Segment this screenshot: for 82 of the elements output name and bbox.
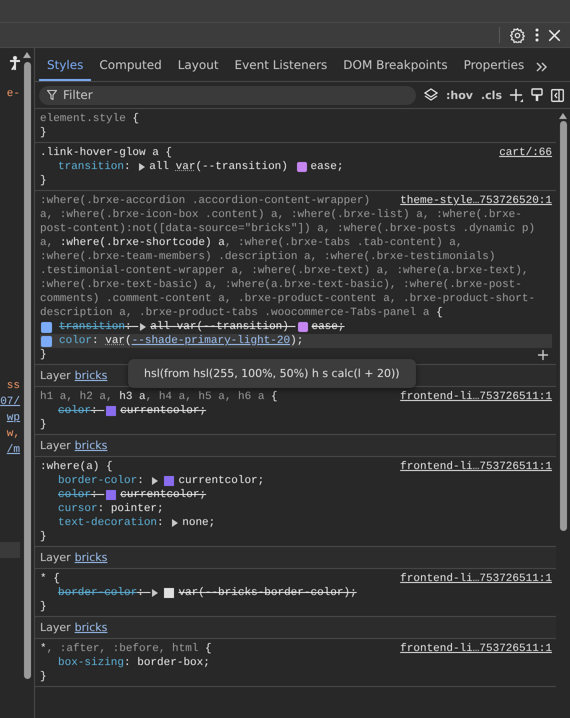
css-declaration: border-color: currentcolor; [57,474,266,488]
css-declaration: box-sizing: border-box; [57,656,211,670]
css-declaration: color: currentcolor; [57,404,208,418]
css-declaration: color: var(--shade-primary-light-20); [40,334,552,348]
expand-triangle-icon[interactable] [139,163,146,171]
panel-tab[interactable]: Styles [39,58,92,81]
double-chevron-icon[interactable] [536,62,548,72]
filter-field[interactable]: Filter [39,86,416,104]
css-selector: :where(a) { [40,460,113,474]
paint-brush-icon[interactable] [531,88,543,102]
easing-curve-icon[interactable] [297,162,308,172]
panel-tab[interactable]: Properties [456,58,532,81]
css-declaration: transition: all var(--transition) ease; [57,160,344,174]
code-link[interactable]: /m [6,442,20,458]
css-selector: element.style { [40,112,140,126]
css-selector: :where(.brxe-accordion .accordion-content-wrapper) [40,194,370,208]
more-options-icon[interactable] [535,28,539,42]
code-fragment: e- [6,87,20,102]
close-icon[interactable] [549,30,560,40]
css-declaration: transition: all var(--transition) ease; [40,320,552,334]
layer-label: Layer [40,369,71,382]
checkbox[interactable] [41,322,52,332]
color-swatch[interactable] [106,406,116,416]
source-link[interactable]: cart/:66 [499,146,552,160]
source-link[interactable]: frontend-li…753726511:1 [400,390,552,404]
closing-brace: } [40,531,47,543]
closing-brace: } [40,349,47,361]
easing-curve-icon[interactable] [298,322,308,332]
code-fragment: ss [6,379,20,394]
scrollbar-thumb[interactable] [560,121,566,531]
layer-label: Layer [40,551,71,564]
toggle-button[interactable]: :hov [446,88,473,102]
code-link[interactable]: wp [6,410,20,426]
layers-icon[interactable] [424,88,438,102]
closing-brace: } [40,601,47,613]
closing-brace: } [40,671,47,683]
css-declaration: color: currentcolor; [57,488,208,502]
css-selector: h1 a, h2 a, h3 a, h4 a, h5 a, h6 a { [40,390,278,404]
closing-brace: } [40,175,47,187]
panel-tab[interactable]: Computed [91,58,170,81]
source-link[interactable]: frontend-li…753726511:1 [400,460,552,474]
source-link[interactable]: theme-style…753726520:1 [400,194,552,208]
filter-icon [47,90,57,100]
closing-brace: } [40,419,47,431]
panel-tab[interactable]: Layout [170,58,227,81]
accessibility-icon[interactable] [10,56,20,70]
layer-link[interactable]: bricks [74,621,108,634]
scroll-up-icon[interactable] [559,113,567,119]
panel-tab[interactable]: DOM Breakpoints [335,58,456,81]
expand-triangle-icon[interactable] [152,589,158,597]
toggle-button[interactable]: .cls [480,88,502,102]
css-selector: *, :after, :before, html { [40,642,212,656]
scrollbar-thumb[interactable] [24,62,30,679]
layer-link[interactable]: bricks [74,369,108,382]
layer-label: Layer [40,439,71,452]
expand-triangle-icon[interactable] [140,323,146,331]
layer-link[interactable]: bricks [74,551,108,564]
expand-triangle-icon[interactable] [152,477,158,485]
code-link[interactable]: 07/ [0,394,20,410]
expand-triangle-icon[interactable] [172,519,178,527]
color-swatch[interactable] [164,476,174,486]
css-declaration: border-color: var(--bricks-border-color); [57,586,358,600]
checkbox[interactable] [41,336,52,346]
css-declaration: text-decoration: none; [57,516,216,530]
layer-label: Layer [40,621,71,634]
layer-link[interactable]: bricks [74,439,108,452]
source-link[interactable]: frontend-li…753726511:1 [400,642,552,656]
css-declaration: cursor: pointer; [57,502,165,516]
code-fragment: w, [6,427,20,442]
source-link[interactable]: frontend-li…753726511:1 [400,572,552,586]
panel-tab[interactable]: Event Listeners [226,58,336,81]
color-swatch[interactable] [106,490,116,500]
color-swatch[interactable] [164,588,174,598]
closing-brace: } [40,127,47,139]
plus-icon[interactable] [510,88,523,102]
sidebar-toggle-icon[interactable] [551,88,564,102]
settings-icon[interactable] [510,28,525,42]
plus-icon[interactable] [538,350,548,360]
css-selector: * { [40,572,60,586]
scroll-up-icon[interactable] [23,52,31,58]
tooltip: hsl(from hsl(255, 100%, 50%) h s calc(l + 20)) [128,359,416,388]
css-selector: .link-hover-glow a { [40,146,172,160]
